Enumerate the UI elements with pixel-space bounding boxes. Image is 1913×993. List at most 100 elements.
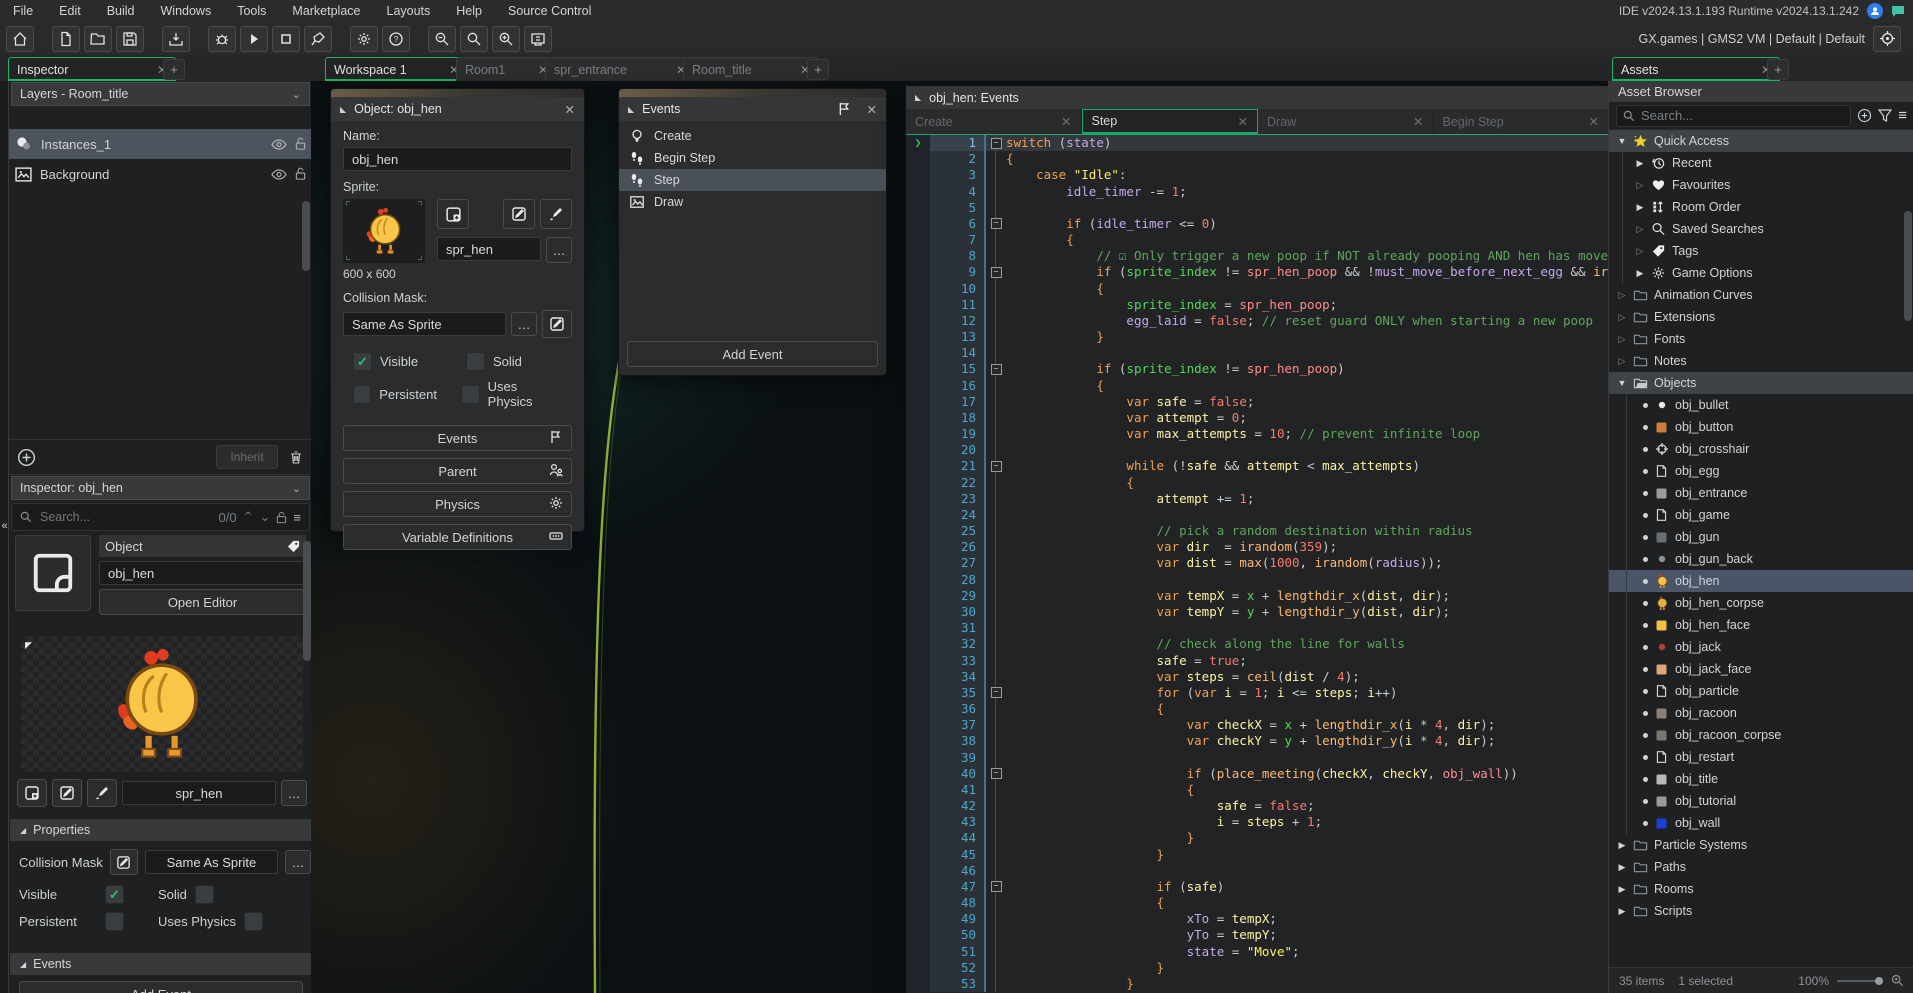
asset-item-obj_gun[interactable]: obj_gun xyxy=(1609,526,1913,548)
code-line-27[interactable]: 27 var dist = max(1000, irandom(radius))… xyxy=(906,555,1609,571)
tab-inspector[interactable]: Inspector✕ xyxy=(8,57,176,82)
inspector-checkbox-visible[interactable]: ✓ xyxy=(105,885,124,904)
code-line-21[interactable]: 21− while (!safe && attempt < max_attemp… xyxy=(906,458,1609,474)
code-line-28[interactable]: 28 xyxy=(906,572,1609,588)
add-asset-icon[interactable] xyxy=(1857,108,1872,123)
asset-item-favourites[interactable]: ▷Favourites xyxy=(1609,174,1913,196)
code-line-14[interactable]: 14 xyxy=(906,345,1609,361)
expanded-arrow-icon[interactable]: ▼ xyxy=(1617,136,1627,146)
asset-item-saved-searches[interactable]: ▷Saved Searches xyxy=(1609,218,1913,240)
collapsed-arrow-icon[interactable]: ▶ xyxy=(1617,906,1627,917)
asset-folder-rooms[interactable]: ▶Rooms xyxy=(1609,878,1913,900)
window-drag-handle[interactable] xyxy=(619,89,886,97)
collapsed-arrow-icon[interactable]: ▷ xyxy=(1635,246,1645,257)
inspector-checkbox-persistent[interactable] xyxy=(105,912,124,931)
asset-item-recent[interactable]: ▶Recent xyxy=(1609,152,1913,174)
code-line-12[interactable]: 12 egg_laid = false; // reset guard ONLY… xyxy=(906,313,1609,329)
asset-item-obj_button[interactable]: obj_button xyxy=(1609,416,1913,438)
close-icon[interactable]: ✕ xyxy=(1238,114,1248,129)
expanded-arrow-icon[interactable]: ▼ xyxy=(1617,378,1627,388)
object-window-checkbox-uses-physics[interactable] xyxy=(461,385,479,404)
object-window-checkbox-persistent[interactable] xyxy=(353,385,371,404)
code-tab-create[interactable]: Create✕ xyxy=(906,109,1082,134)
close-icon[interactable]: ✕ xyxy=(565,102,575,117)
open-folder-icon[interactable] xyxy=(84,26,112,52)
collapsed-arrow-icon[interactable]: ▷ xyxy=(1617,356,1627,367)
event-item-begin-step[interactable]: Begin Step xyxy=(619,147,886,169)
asset-item-room-order[interactable]: ▶Room Order xyxy=(1609,196,1913,218)
code-fold-icon[interactable]: − xyxy=(991,461,1002,472)
code-line-47[interactable]: 47− if (safe) xyxy=(906,879,1609,895)
debug-bug-icon[interactable] xyxy=(208,26,236,52)
collapsed-arrow-icon[interactable]: ▶ xyxy=(1617,862,1627,873)
code-line-53[interactable]: 53 } xyxy=(906,976,1609,992)
collapsed-arrow-icon[interactable]: ▶ xyxy=(1635,268,1645,279)
menu-tools[interactable]: Tools xyxy=(224,4,279,18)
asset-item-obj_hen[interactable]: obj_hen xyxy=(1609,570,1913,592)
new-file-icon[interactable] xyxy=(52,26,80,52)
open-editor-button[interactable]: Open Editor xyxy=(99,589,306,615)
asset-item-game-options[interactable]: ▶Game Options xyxy=(1609,262,1913,284)
menu-file[interactable]: File xyxy=(0,4,46,18)
visibility-eye-icon[interactable] xyxy=(271,139,287,150)
code-line-17[interactable]: 17 var safe = false; xyxy=(906,394,1609,410)
code-fold-icon[interactable]: − xyxy=(991,364,1002,375)
close-icon[interactable]: ✕ xyxy=(1061,114,1071,129)
asset-item-obj_jack_face[interactable]: obj_jack_face xyxy=(1609,658,1913,680)
code-line-49[interactable]: 49 xTo = tempX; xyxy=(906,911,1609,927)
events-section-header[interactable]: ◢ Events xyxy=(10,953,314,975)
collapsed-arrow-icon[interactable]: ▷ xyxy=(1617,290,1627,301)
visibility-eye-icon[interactable] xyxy=(271,169,287,180)
asset-item-obj_hen_face[interactable]: obj_hen_face xyxy=(1609,614,1913,636)
resize-corner-icon[interactable]: ◤ xyxy=(25,640,32,651)
asset-item-obj_hen_corpse[interactable]: obj_hen_corpse xyxy=(1609,592,1913,614)
event-item-step[interactable]: Step xyxy=(619,169,886,191)
edit-image-brush-icon[interactable] xyxy=(540,199,572,229)
sprite-name-field[interactable]: spr_hen xyxy=(437,237,541,261)
code-line-19[interactable]: 19 var max_attempts = 10; // prevent inf… xyxy=(906,426,1609,442)
code-line-11[interactable]: 11 sprite_index = spr_hen_poop; xyxy=(906,297,1609,313)
code-line-4[interactable]: 4 idle_timer -= 1; xyxy=(906,184,1609,200)
code-fold-icon[interactable]: − xyxy=(991,138,1002,149)
asset-folder-animation-curves[interactable]: ▷Animation Curves xyxy=(1609,284,1913,306)
object-name-field[interactable]: obj_hen xyxy=(99,561,306,585)
asset-folder-scripts[interactable]: ▶Scripts xyxy=(1609,900,1913,922)
object-window-checkbox-visible[interactable]: ✓ xyxy=(353,352,372,371)
add-tab-button[interactable]: + xyxy=(807,59,829,80)
code-line-52[interactable]: 52 } xyxy=(906,960,1609,976)
code-line-10[interactable]: 10 { xyxy=(906,281,1609,297)
asset-search[interactable]: Search... xyxy=(1616,105,1851,127)
asset-item-obj_racoon[interactable]: obj_racoon xyxy=(1609,702,1913,724)
edit-sprite-pencil-icon[interactable] xyxy=(503,199,535,229)
object-window-header[interactable]: ◣ Object: obj_hen ✕ xyxy=(331,97,584,121)
code-line-42[interactable]: 42 safe = false; xyxy=(906,798,1609,814)
collision-mask-dropdown[interactable]: Same As Sprite xyxy=(145,850,278,874)
asset-group-quick-access[interactable]: ▼Quick Access xyxy=(1609,130,1913,152)
tab-assets[interactable]: Assets✕ xyxy=(1612,57,1780,82)
unlock-icon[interactable] xyxy=(295,167,306,181)
code-line-36[interactable]: 36 { xyxy=(906,701,1609,717)
code-line-6[interactable]: 6− if (idle_timer <= 0) xyxy=(906,216,1609,232)
prev-result-icon[interactable]: ⌃ xyxy=(243,509,254,525)
stop-icon[interactable] xyxy=(272,26,300,52)
collapsed-arrow-icon[interactable]: ▶ xyxy=(1635,158,1645,169)
sprite-preview-canvas[interactable]: ◤ xyxy=(21,636,303,772)
code-line-33[interactable]: 33 safe = true; xyxy=(906,653,1609,669)
asset-item-obj_egg[interactable]: obj_egg xyxy=(1609,460,1913,482)
code-line-45[interactable]: 45 } xyxy=(906,847,1609,863)
new-sprite-icon[interactable] xyxy=(437,199,469,229)
code-line-15[interactable]: 15− if (sprite_index != spr_hen_poop) xyxy=(906,361,1609,377)
code-line-18[interactable]: 18 var attempt = 0; xyxy=(906,410,1609,426)
inspector-target-dropdown[interactable]: Inspector: obj_hen⌄ xyxy=(11,476,310,500)
parent-button[interactable]: Parent xyxy=(343,458,572,484)
code-window-header[interactable]: ◣ obj_hen: Events xyxy=(906,86,1609,109)
sprite-picker-ellipsis[interactable]: … xyxy=(281,780,307,806)
asset-item-obj_title[interactable]: obj_title xyxy=(1609,768,1913,790)
asset-item-tags[interactable]: ▷Tags xyxy=(1609,240,1913,262)
sprite-thumbnail[interactable]: ⌜⌝ ⌞⌟ xyxy=(343,199,425,263)
code-line-34[interactable]: 34 var steps = ceil(dist / 4); xyxy=(906,669,1609,685)
code-line-22[interactable]: 22 { xyxy=(906,475,1609,491)
code-line-39[interactable]: 39 xyxy=(906,750,1609,766)
menu-edit[interactable]: Edit xyxy=(46,4,94,18)
add-event-button[interactable]: Add Event xyxy=(627,341,878,367)
